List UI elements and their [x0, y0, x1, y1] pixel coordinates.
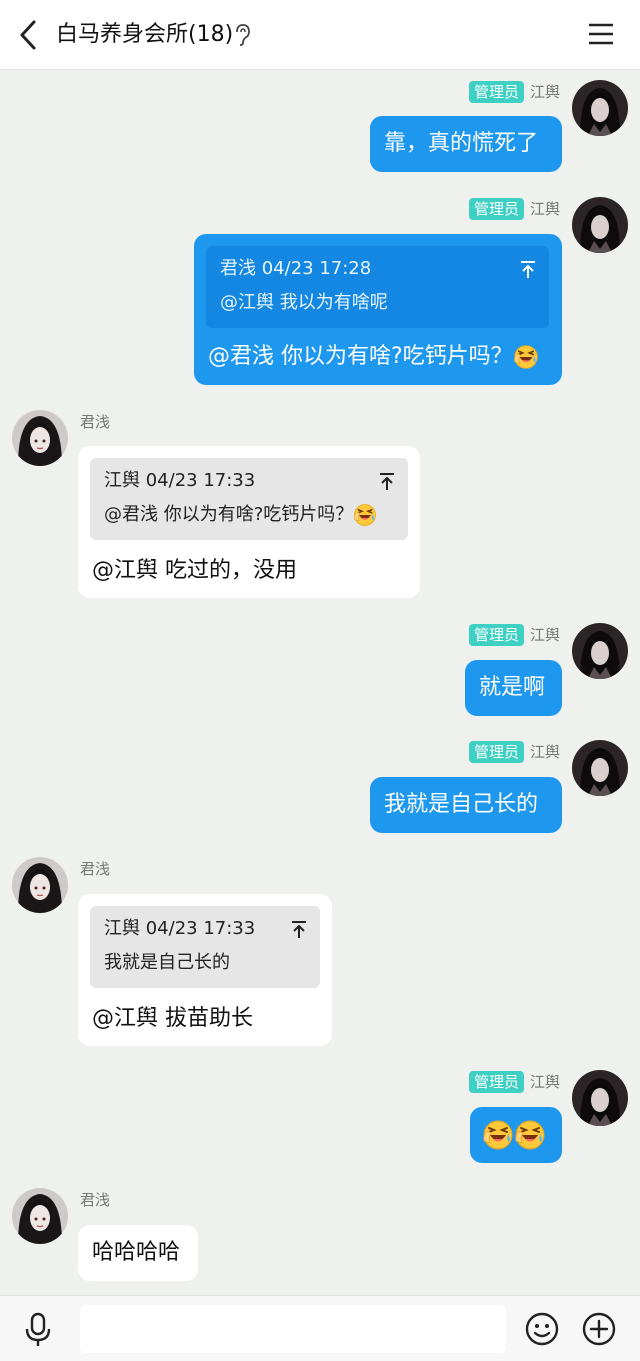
quote-header: 江舆 04/23 17:33	[104, 470, 256, 491]
message-text: 靠，真的慌死了	[384, 131, 539, 156]
sender-name: 君浅	[80, 413, 111, 431]
laughing-tears-emoji	[482, 1119, 514, 1151]
message-bubble[interactable]: 哈哈哈哈	[78, 1225, 198, 1281]
pin-top-icon[interactable]	[378, 472, 396, 492]
message-meta: 君浅	[80, 410, 110, 434]
admin-badge: 管理员	[468, 741, 524, 763]
quoted-message[interactable]: 君浅 04/23 17:28 @江舆 我以为有啥呢	[206, 246, 549, 328]
avatar[interactable]	[572, 197, 628, 253]
message-meta: 君浅	[80, 857, 110, 881]
sender-name: 江舆	[529, 83, 560, 101]
plus-icon[interactable]	[582, 1312, 616, 1346]
admin-badge: 管理员	[468, 81, 524, 103]
message-bubble[interactable]: 江舆 04/23 17:33 @君浅 你以为有啥?吃钙片吗？ @江舆 吃过的，没…	[78, 446, 420, 598]
emoji-content	[482, 1119, 546, 1151]
admin-badge: 管理员	[468, 624, 524, 646]
message-text: 我就是自己长的	[384, 792, 539, 817]
avatar[interactable]	[12, 1188, 68, 1244]
message-text: 哈哈哈哈	[92, 1240, 181, 1265]
avatar[interactable]	[572, 623, 628, 679]
sender-name: 江舆	[529, 743, 560, 761]
message-input[interactable]	[80, 1305, 506, 1353]
message-bubble[interactable]: 江舆 04/23 17:33 我就是自己长的 @江舆 拔苗助长	[78, 894, 332, 1046]
message-bubble[interactable]: 君浅 04/23 17:28 @江舆 我以为有啥呢 @君浅 你以为有啥?吃钙片吗…	[194, 234, 562, 385]
back-icon[interactable]	[14, 18, 42, 52]
top-bar: 白马养身会所(18)	[0, 0, 640, 70]
menu-icon[interactable]	[588, 22, 614, 46]
chat-title: 白马养身会所(18)	[56, 22, 234, 47]
pin-top-icon[interactable]	[290, 920, 308, 940]
message-bubble[interactable]	[470, 1107, 562, 1163]
message-text: @江舆 拔苗助长	[92, 1006, 253, 1031]
avatar[interactable]	[12, 410, 68, 466]
message-text: @君浅 你以为有啥?吃钙片吗？	[208, 342, 539, 372]
laughing-tears-emoji	[353, 503, 377, 527]
message-meta: 管理员 江舆	[468, 80, 560, 104]
quote-text: @君浅 你以为有啥?吃钙片吗？	[104, 502, 377, 528]
quoted-message[interactable]: 江舆 04/23 17:33 @君浅 你以为有啥?吃钙片吗？	[90, 458, 408, 540]
input-bar	[0, 1295, 640, 1361]
message-bubble[interactable]: 靠，真的慌死了	[370, 116, 562, 172]
quote-text: @江舆 我以为有啥呢	[220, 292, 388, 313]
laughing-tears-emoji	[513, 344, 539, 370]
ear-icon[interactable]	[233, 23, 251, 47]
avatar[interactable]	[572, 80, 628, 136]
message-meta: 管理员 江舆	[468, 1070, 560, 1094]
sender-name: 君浅	[80, 1191, 111, 1209]
sender-name: 江舆	[529, 1073, 560, 1091]
admin-badge: 管理员	[468, 1071, 524, 1093]
message-meta: 管理员 江舆	[468, 740, 560, 764]
sender-name: 君浅	[80, 860, 111, 878]
message-text: 就是啊	[479, 675, 546, 700]
laughing-tears-emoji	[514, 1119, 546, 1151]
smile-icon[interactable]	[525, 1312, 559, 1346]
message-bubble[interactable]: 就是啊	[465, 660, 562, 716]
avatar[interactable]	[572, 1070, 628, 1126]
mic-icon[interactable]	[24, 1312, 52, 1348]
avatar[interactable]	[12, 857, 68, 913]
message-meta: 管理员 江舆	[468, 623, 560, 647]
message-bubble[interactable]: 我就是自己长的	[370, 777, 562, 833]
avatar[interactable]	[572, 740, 628, 796]
message-meta: 管理员 江舆	[468, 197, 560, 221]
pin-top-icon[interactable]	[519, 260, 537, 280]
quote-header: 江舆 04/23 17:33	[104, 918, 256, 939]
quoted-message[interactable]: 江舆 04/23 17:33 我就是自己长的	[90, 906, 320, 988]
sender-name: 江舆	[529, 200, 560, 218]
message-text: @江舆 吃过的，没用	[92, 558, 297, 583]
admin-badge: 管理员	[468, 198, 524, 220]
quote-header: 君浅 04/23 17:28	[220, 258, 372, 279]
message-meta: 君浅	[80, 1188, 110, 1212]
quote-text: 我就是自己长的	[104, 952, 230, 973]
sender-name: 江舆	[529, 626, 560, 644]
